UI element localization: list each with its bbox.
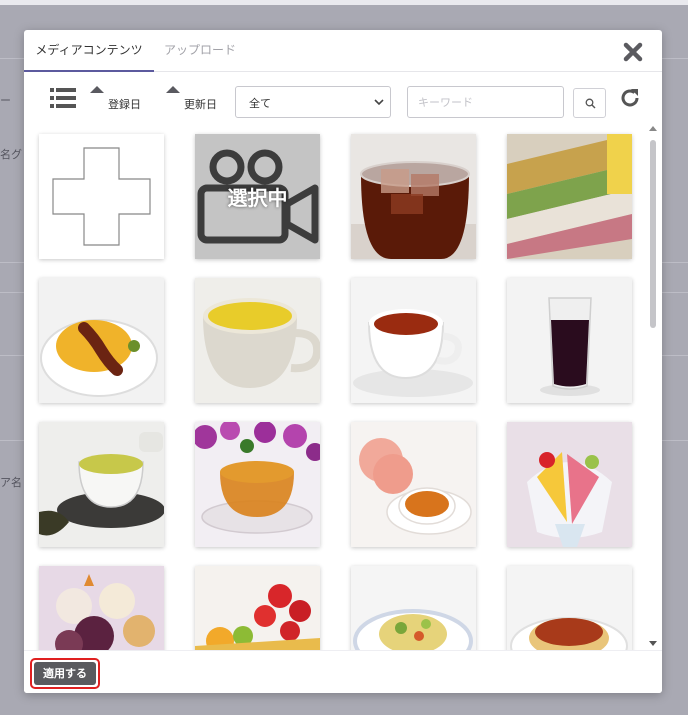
backdrop-label: 名グ bbox=[0, 148, 22, 161]
media-thumbnail[interactable] bbox=[39, 278, 164, 403]
media-thumbnail[interactable] bbox=[507, 422, 632, 547]
media-thumbnail[interactable] bbox=[351, 134, 476, 259]
backdrop-label: ア名 bbox=[0, 476, 22, 489]
media-thumbnail[interactable] bbox=[195, 422, 320, 547]
list-view-icon[interactable] bbox=[50, 87, 76, 109]
media-thumbnail[interactable] bbox=[39, 422, 164, 547]
media-thumbnail[interactable] bbox=[351, 278, 476, 403]
apply-button-highlight: 適用する bbox=[30, 658, 100, 689]
tab-bar: メディアコンテンツ アップロード bbox=[24, 30, 662, 72]
scroll-down-arrow-icon[interactable] bbox=[649, 641, 657, 646]
chevron-down-icon bbox=[374, 99, 384, 106]
media-thumbnail[interactable] bbox=[195, 566, 320, 650]
search-button[interactable] bbox=[573, 88, 606, 118]
media-thumbnail[interactable] bbox=[351, 422, 476, 547]
plus-icon bbox=[39, 134, 164, 259]
tab-upload[interactable]: アップロード bbox=[164, 30, 236, 72]
media-thumbnail[interactable] bbox=[39, 566, 164, 650]
backdrop-top-bar bbox=[0, 0, 688, 5]
apply-button[interactable]: 適用する bbox=[34, 662, 96, 685]
close-icon[interactable] bbox=[622, 41, 644, 63]
filter-select-value: 全て bbox=[249, 97, 271, 110]
dialog-footer: 適用する bbox=[24, 650, 662, 693]
media-thumbnail[interactable] bbox=[351, 566, 476, 650]
media-thumbnail[interactable] bbox=[507, 134, 632, 259]
selected-badge: 選択中 bbox=[227, 186, 288, 210]
media-dialog: メディアコンテンツ アップロード 登録日 更新日 全て キーワード 選択中 適用… bbox=[24, 30, 662, 693]
sort-updated-label: 更新日 bbox=[184, 98, 217, 111]
sort-registered-label: 登録日 bbox=[108, 98, 141, 111]
media-thumbnail[interactable] bbox=[195, 278, 320, 403]
refresh-icon[interactable] bbox=[618, 86, 642, 110]
scroll-up-arrow-icon[interactable] bbox=[649, 126, 657, 131]
toolbar: 登録日 更新日 全て bbox=[24, 72, 662, 122]
scrollbar-thumb[interactable] bbox=[650, 140, 656, 328]
sort-up-icon bbox=[166, 86, 180, 93]
keyword-search-input[interactable] bbox=[407, 86, 564, 118]
sort-up-icon bbox=[90, 86, 104, 93]
media-grid: 選択中 bbox=[24, 122, 662, 650]
tab-media-contents[interactable]: メディアコンテンツ bbox=[24, 30, 154, 72]
search-icon bbox=[585, 98, 596, 109]
add-media-tile[interactable] bbox=[39, 134, 164, 259]
media-thumbnail[interactable] bbox=[507, 278, 632, 403]
media-thumbnail[interactable] bbox=[507, 566, 632, 650]
sort-updated-date[interactable]: 更新日 bbox=[166, 82, 226, 114]
video-tile-selected[interactable]: 選択中 bbox=[195, 134, 320, 259]
backdrop-label: ー bbox=[0, 94, 11, 107]
filter-select[interactable]: 全て bbox=[235, 86, 391, 118]
sort-registered-date[interactable]: 登録日 bbox=[90, 82, 150, 114]
